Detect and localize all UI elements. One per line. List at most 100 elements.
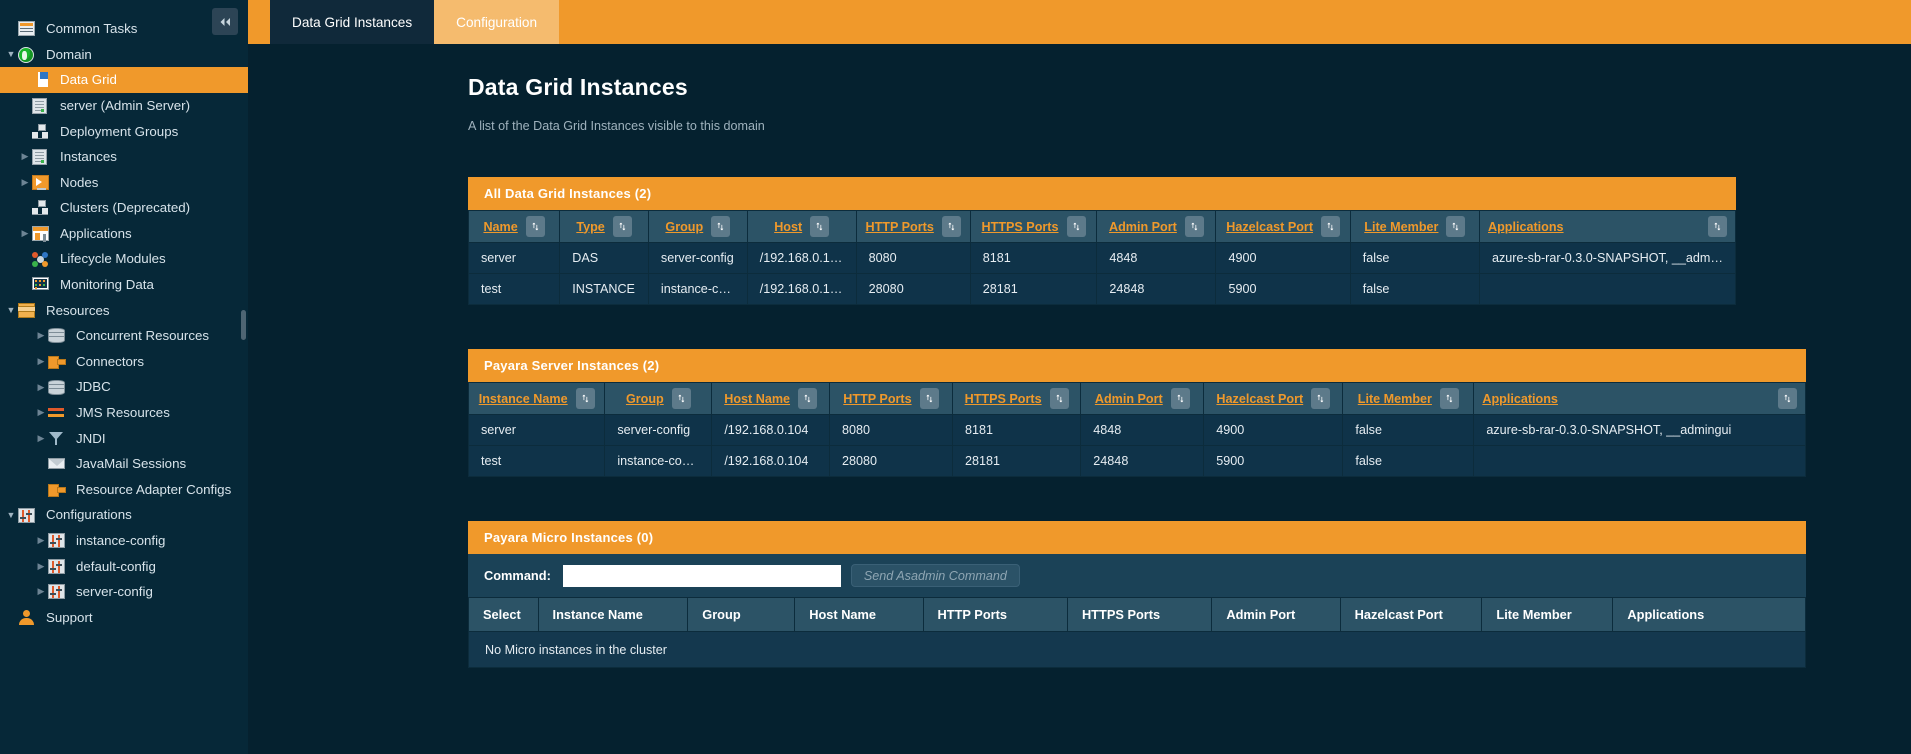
sidebar-item-default-config[interactable]: ▶default-config: [0, 553, 248, 579]
send-asadmin-command-button[interactable]: Send Asadmin Command: [851, 564, 1020, 587]
sidebar-item-clusters-deprecated[interactable]: Clusters (Deprecated): [0, 195, 248, 221]
table-cell-http-ports: 8080: [829, 415, 952, 446]
column-sort-link[interactable]: Host Name: [724, 392, 790, 406]
column-sort-link[interactable]: Hazelcast Port: [1226, 220, 1313, 234]
column-sort-link[interactable]: Hazelcast Port: [1216, 392, 1303, 406]
sidebar-collapse-button[interactable]: [212, 8, 238, 35]
twisty-collapsed-icon[interactable]: ▶: [18, 178, 32, 187]
sort-button[interactable]: [1440, 388, 1459, 409]
sort-button[interactable]: [672, 388, 691, 409]
sort-button[interactable]: [526, 216, 545, 237]
sort-button[interactable]: [711, 216, 730, 237]
table-cell-applications: [1479, 274, 1735, 305]
sidebar-item-domain[interactable]: ▼Domain: [0, 42, 248, 68]
sidebar-item-applications[interactable]: ▶Applications: [0, 221, 248, 247]
column-sort-link[interactable]: Admin Port: [1109, 220, 1177, 234]
twisty-collapsed-icon[interactable]: ▶: [18, 229, 32, 238]
twisty-expanded-icon[interactable]: ▼: [4, 511, 18, 520]
column-sort-link[interactable]: Instance Name: [479, 392, 568, 406]
sort-button[interactable]: [920, 388, 939, 409]
sidebar-item-server-admin-server[interactable]: server (Admin Server): [0, 93, 248, 119]
sidebar-scrollbar-thumb[interactable]: [241, 310, 246, 340]
sidebar-item-label: Resource Adapter Configs: [76, 483, 231, 496]
sidebar-item-jdbc[interactable]: ▶JDBC: [0, 374, 248, 400]
sidebar-item-jndi[interactable]: ▶JNDI: [0, 426, 248, 452]
sidebar-item-resources[interactable]: ▼ Resources: [0, 298, 248, 324]
tab-configuration[interactable]: Configuration: [434, 0, 559, 44]
sidebar-item-instance-config[interactable]: ▶instance-config: [0, 528, 248, 554]
twisty-expanded-icon[interactable]: ▼: [4, 50, 18, 59]
twisty-collapsed-icon[interactable]: ▶: [34, 383, 48, 392]
twisty-collapsed-icon[interactable]: ▶: [34, 562, 48, 571]
sidebar-item-javamail-sessions[interactable]: JavaMail Sessions: [0, 451, 248, 477]
twisty-collapsed-icon[interactable]: ▶: [34, 434, 48, 443]
column-sort-link[interactable]: Group: [665, 220, 703, 234]
twisty-collapsed-icon[interactable]: ▶: [34, 587, 48, 596]
cluster-icon-glyph: [32, 124, 49, 139]
sidebar-item-resource-adapter-configs[interactable]: Resource Adapter Configs: [0, 477, 248, 503]
column-sort-link[interactable]: HTTP Ports: [843, 392, 911, 406]
column-sort-link[interactable]: Group: [626, 392, 664, 406]
sidebar-item-label: Resources: [46, 304, 110, 317]
tab-data-grid-instances[interactable]: Data Grid Instances: [270, 0, 434, 44]
table-cell-http-ports: 28080: [856, 274, 970, 305]
sidebar-item-lifecycle-modules[interactable]: Lifecycle Modules: [0, 246, 248, 272]
column-sort-link[interactable]: Type: [576, 220, 604, 234]
column-sort-link[interactable]: Admin Port: [1095, 392, 1163, 406]
sort-button[interactable]: [942, 216, 961, 237]
sidebar-item-support[interactable]: Support: [0, 605, 248, 631]
column-header-inner: Admin Port: [1105, 216, 1207, 237]
twisty-collapsed-icon[interactable]: ▶: [34, 331, 48, 340]
sort-button[interactable]: [613, 216, 632, 237]
sort-button[interactable]: [1171, 388, 1190, 409]
sort-button[interactable]: [1778, 388, 1797, 409]
twisty-collapsed-icon[interactable]: ▶: [34, 357, 48, 366]
sort-button[interactable]: [1446, 216, 1465, 237]
sort-button[interactable]: [1050, 388, 1069, 409]
command-input[interactable]: [563, 565, 841, 587]
table-cell-applications: [1474, 446, 1806, 477]
column-header-group: Group: [648, 211, 747, 243]
sidebar-item-jms-resources[interactable]: ▶JMS Resources: [0, 400, 248, 426]
column-sort-link[interactable]: Applications: [1482, 392, 1558, 406]
server-icon-glyph: [32, 149, 47, 165]
sort-button[interactable]: [576, 388, 595, 409]
table-header-row: Name Type Group Host HTTP Ports HTTPS Ports Ad…: [469, 211, 1736, 243]
table-cell-instance-name: server: [469, 415, 605, 446]
sidebar-item-common-tasks[interactable]: Common Tasks: [0, 16, 248, 42]
sidebar-item-concurrent-resources[interactable]: ▶Concurrent Resources: [0, 323, 248, 349]
config-icon: [48, 532, 69, 549]
table-cell-https-ports: 8181: [970, 243, 1097, 274]
column-sort-link[interactable]: Lite Member: [1364, 220, 1438, 234]
sort-button[interactable]: [1708, 216, 1727, 237]
twisty-collapsed-icon[interactable]: ▶: [34, 536, 48, 545]
sidebar-item-data-grid[interactable]: Data Grid: [0, 67, 248, 93]
sidebar-item-configurations[interactable]: ▼Configurations: [0, 502, 248, 528]
sidebar-item-nodes[interactable]: ▶Nodes: [0, 170, 248, 196]
twisty-collapsed-icon[interactable]: ▶: [34, 408, 48, 417]
sidebar-item-deployment-groups[interactable]: Deployment Groups: [0, 118, 248, 144]
column-sort-link[interactable]: Lite Member: [1358, 392, 1432, 406]
sort-button[interactable]: [798, 388, 817, 409]
sidebar-item-instances[interactable]: ▶Instances: [0, 144, 248, 170]
empty-message: No Micro instances in the cluster: [469, 632, 1806, 668]
column-sort-link[interactable]: Name: [483, 220, 517, 234]
sidebar-item-server-config[interactable]: ▶server-config: [0, 579, 248, 605]
column-sort-link[interactable]: HTTP Ports: [866, 220, 934, 234]
column-sort-link[interactable]: HTTPS Ports: [982, 220, 1059, 234]
column-sort-link[interactable]: Host: [774, 220, 802, 234]
table-header-row: Instance Name Group Host Name HTTP Ports HTT…: [469, 383, 1806, 415]
column-sort-link[interactable]: HTTPS Ports: [965, 392, 1042, 406]
sort-button[interactable]: [1311, 388, 1330, 409]
sort-button[interactable]: [1321, 216, 1340, 237]
sidebar-item-connectors[interactable]: ▶Connectors: [0, 349, 248, 375]
column-sort-link[interactable]: Applications: [1488, 220, 1564, 234]
sort-button[interactable]: [1067, 216, 1086, 237]
sort-button[interactable]: [810, 216, 829, 237]
table-cell-hazelcast-port: 5900: [1216, 274, 1350, 305]
twisty-collapsed-icon[interactable]: ▶: [18, 152, 32, 161]
sidebar-item-monitoring-data[interactable]: Monitoring Data: [0, 272, 248, 298]
sort-button[interactable]: [1185, 216, 1204, 237]
twisty-expanded-icon[interactable]: ▼: [4, 306, 18, 315]
config-icon-glyph: [18, 508, 35, 523]
